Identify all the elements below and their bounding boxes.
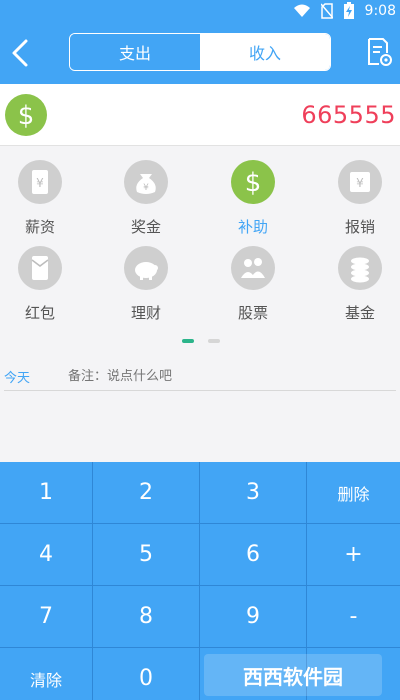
key-6[interactable]: 6: [200, 524, 307, 586]
svg-text:$: $: [245, 168, 262, 198]
red-envelope-icon: [18, 246, 62, 290]
date-selector[interactable]: 今天: [4, 367, 68, 386]
page-dot-active[interactable]: [182, 339, 194, 343]
key-3[interactable]: 3: [200, 462, 307, 524]
key-8[interactable]: 8: [93, 586, 200, 648]
amount-row: $ 665555: [0, 84, 400, 146]
category-stocks[interactable]: 股票: [213, 246, 293, 323]
svg-text:¥: ¥: [143, 183, 149, 193]
piggy-bank-icon: [124, 246, 168, 290]
key-1[interactable]: 1: [0, 462, 93, 524]
category-fund[interactable]: 基金: [320, 246, 400, 323]
status-bar: 9:08: [293, 0, 400, 22]
yen-icon: ¥: [18, 160, 62, 204]
key-4[interactable]: 4: [0, 524, 93, 586]
back-icon[interactable]: [8, 38, 32, 68]
category-label: 基金: [344, 304, 375, 322]
dollar-icon: $: [231, 160, 275, 204]
key-0[interactable]: 0: [93, 648, 200, 700]
status-time: 9:08: [364, 3, 396, 19]
watermark-logo: 西西软件园: [204, 654, 382, 696]
key-minus[interactable]: -: [307, 586, 400, 648]
tab-income[interactable]: 收入: [200, 34, 330, 70]
selected-category-dollar-icon: $: [5, 94, 47, 136]
category-label: 补助: [237, 218, 268, 236]
category-grid: ¥ 薪资 ¥ 奖金 $ 补助 ¥ 报销 红包 理财 股票 基金 今天 备注：说点…: [0, 147, 400, 462]
category-finance[interactable]: 理财: [106, 246, 186, 323]
category-bonus[interactable]: ¥ 奖金: [106, 160, 186, 237]
category-red-envelope[interactable]: 红包: [0, 246, 80, 323]
category-salary[interactable]: ¥ 薪资: [0, 160, 80, 237]
note-row: 今天: [4, 363, 396, 391]
svg-text:$: $: [18, 101, 35, 131]
category-reimbursement[interactable]: ¥ 报销: [320, 160, 400, 237]
key-plus[interactable]: +: [307, 524, 400, 586]
people-chart-icon: [231, 246, 275, 290]
key-delete[interactable]: 删除: [307, 462, 400, 524]
category-label: 薪资: [24, 218, 55, 236]
key-clear[interactable]: 清除: [0, 648, 93, 700]
category-label: 理财: [130, 304, 161, 322]
type-segmented-control: 支出 收入: [69, 33, 331, 71]
category-label: 股票: [237, 304, 268, 322]
wifi-icon: [293, 4, 310, 17]
key-2[interactable]: 2: [93, 462, 200, 524]
category-label: 报销: [344, 218, 375, 236]
svg-text:¥: ¥: [356, 176, 364, 190]
key-9[interactable]: 9: [200, 586, 307, 648]
svg-text:¥: ¥: [36, 176, 44, 190]
key-5[interactable]: 5: [93, 524, 200, 586]
coins-icon: [338, 246, 382, 290]
key-7[interactable]: 7: [0, 586, 93, 648]
category-label: 奖金: [130, 218, 161, 236]
page-indicator: [182, 339, 220, 343]
yen-icon: ¥: [338, 160, 382, 204]
bill-settings-icon[interactable]: [365, 37, 393, 67]
app-header: 9:08 支出 收入: [0, 0, 400, 84]
tab-expense[interactable]: 支出: [70, 34, 200, 70]
battery-charging-icon: [343, 2, 354, 19]
no-sim-icon: [320, 3, 333, 19]
note-input[interactable]: [68, 369, 368, 384]
page-dot[interactable]: [208, 339, 220, 343]
category-subsidy[interactable]: $ 补助: [213, 160, 293, 237]
amount-display[interactable]: 665555: [301, 101, 396, 129]
money-bag-icon: ¥: [124, 160, 168, 204]
category-label: 红包: [24, 304, 55, 322]
